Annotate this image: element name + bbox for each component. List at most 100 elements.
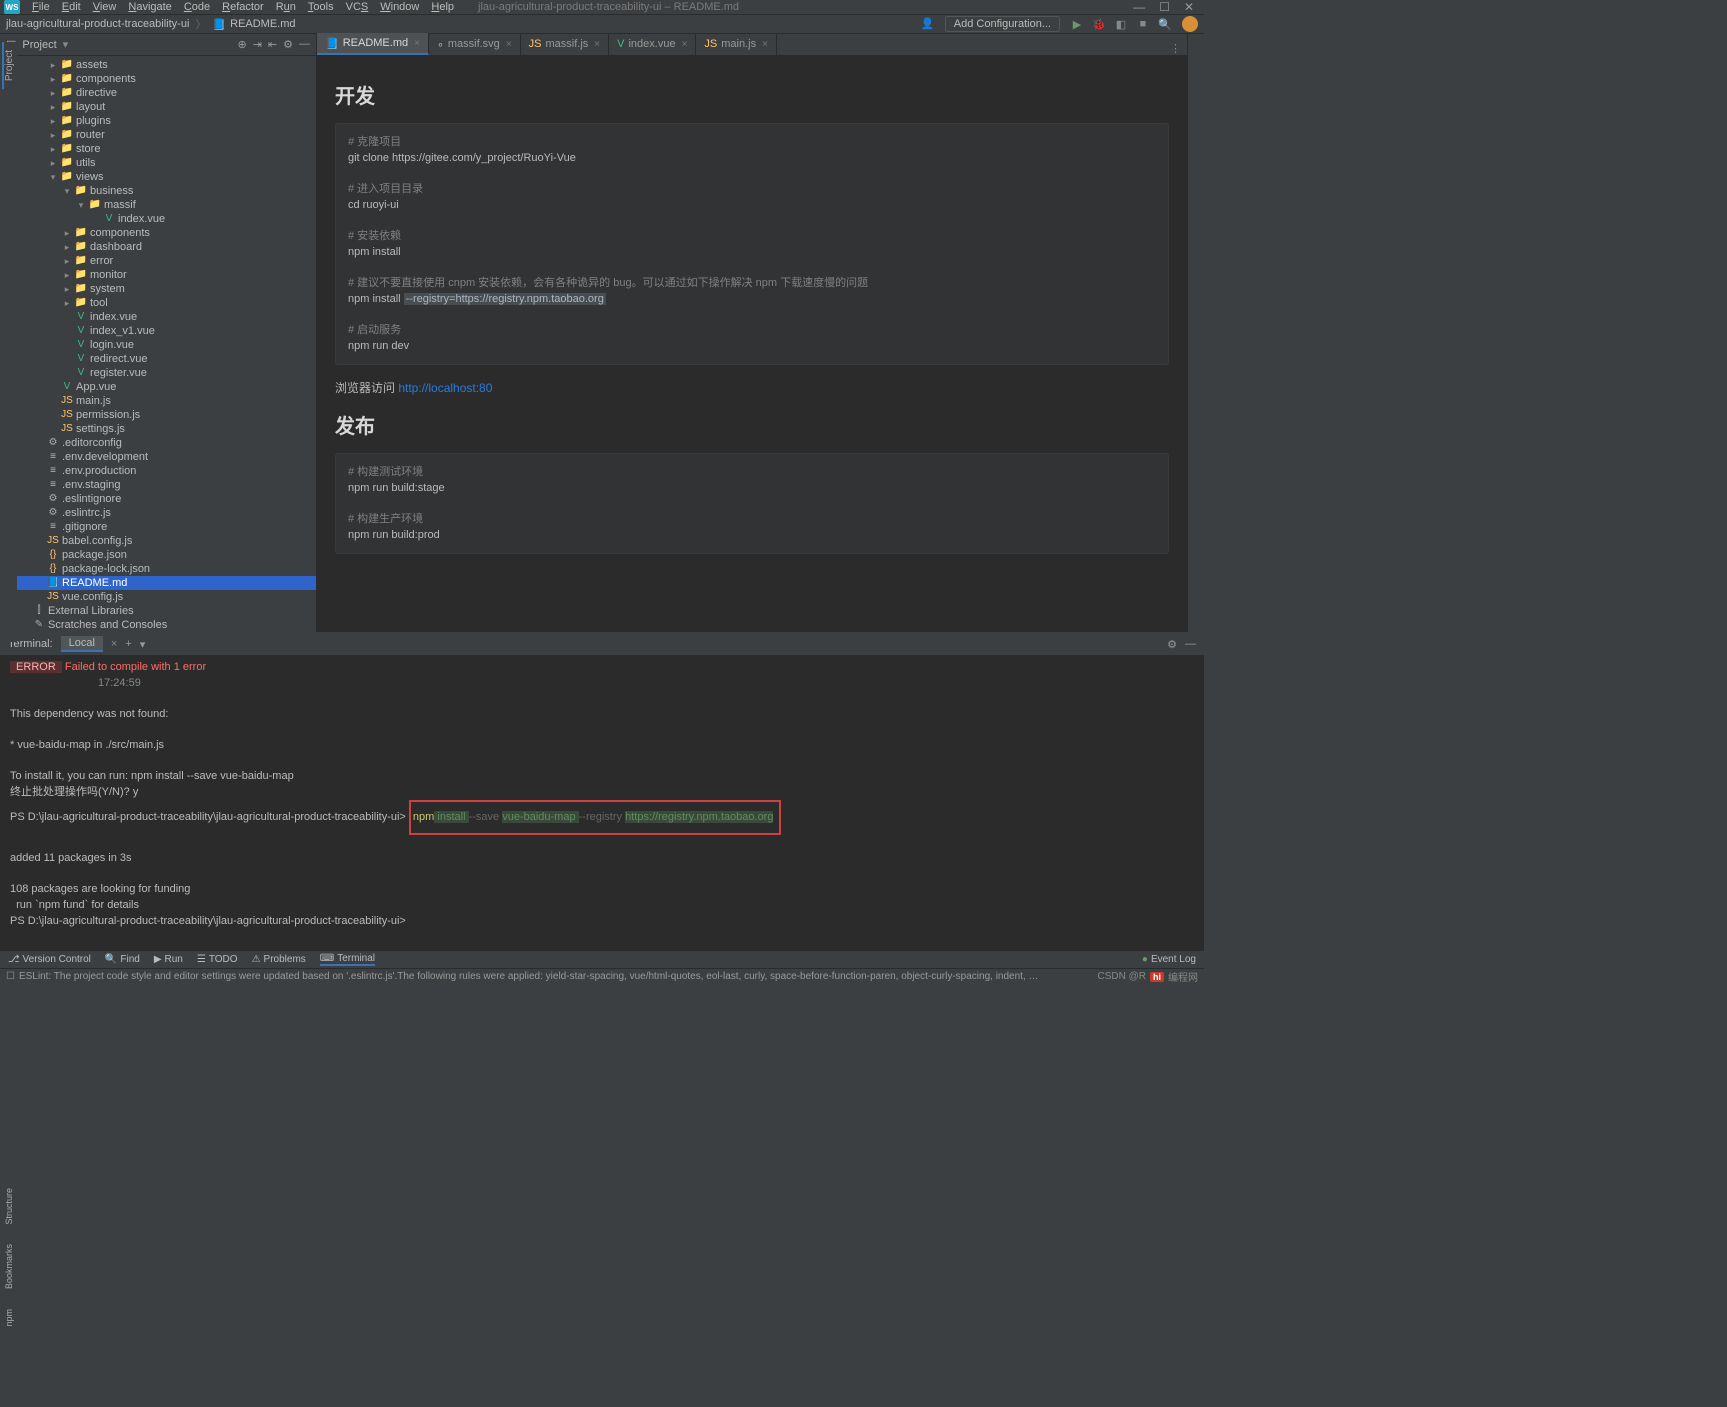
- tree-item-components[interactable]: ▸📁components: [0, 72, 316, 86]
- tree-arrow-icon[interactable]: ▸: [48, 86, 58, 100]
- tree-arrow-icon[interactable]: ▸: [62, 296, 72, 310]
- tree-item-views[interactable]: ▾📁views: [0, 170, 316, 184]
- tree-item-business[interactable]: ▾📁business: [0, 184, 316, 198]
- tree-item-massif[interactable]: ▾📁massif: [0, 198, 316, 212]
- tree-item-README-md[interactable]: 📘README.md: [0, 576, 316, 590]
- tab-close-icon[interactable]: ×: [594, 39, 600, 50]
- tree-item-directive[interactable]: ▸📁directive: [0, 86, 316, 100]
- tree-arrow-icon[interactable]: ▸: [48, 156, 58, 170]
- tree-arrow-icon[interactable]: ▸: [48, 114, 58, 128]
- tree-arrow-icon[interactable]: ▾: [48, 170, 58, 184]
- search-icon[interactable]: 🔍: [1155, 15, 1175, 33]
- tree-item-store[interactable]: ▸📁store: [0, 142, 316, 156]
- run-icon[interactable]: ▶: [1067, 15, 1087, 33]
- menu-window[interactable]: Window: [374, 1, 425, 13]
- menu-vcs[interactable]: VCS: [340, 1, 375, 13]
- tree-item-App-vue[interactable]: VApp.vue: [0, 380, 316, 394]
- tool-terminal[interactable]: ⌨ Terminal: [320, 953, 375, 966]
- editor-tab-README-md[interactable]: 📘README.md×: [317, 33, 429, 55]
- side-structure-tab[interactable]: Structure: [4, 1188, 14, 1225]
- stop-icon[interactable]: ■: [1133, 15, 1153, 33]
- tree-item-dashboard[interactable]: ▸📁dashboard: [0, 240, 316, 254]
- add-configuration-button[interactable]: Add Configuration...: [945, 16, 1060, 32]
- menu-navigate[interactable]: Navigate: [122, 1, 177, 13]
- tab-close-icon[interactable]: ×: [682, 39, 688, 50]
- tree-item-monitor[interactable]: ▸📁monitor: [0, 268, 316, 282]
- tree-item-register-vue[interactable]: Vregister.vue: [0, 366, 316, 380]
- tool-version-control[interactable]: ⎇ Version Control: [8, 954, 91, 965]
- tree-item--env-development[interactable]: ≡.env.development: [0, 450, 316, 464]
- tab-close-icon[interactable]: ×: [506, 39, 512, 50]
- tree-arrow-icon[interactable]: ▸: [48, 72, 58, 86]
- tree-item-tool[interactable]: ▸📁tool: [0, 296, 316, 310]
- project-panel-title[interactable]: Project: [22, 39, 56, 51]
- editor-tab-main-js[interactable]: JSmain.js×: [696, 33, 777, 55]
- tab-close-icon[interactable]: ×: [762, 39, 768, 50]
- tree-arrow-icon[interactable]: ▸: [62, 282, 72, 296]
- tree-arrow-icon[interactable]: ▸: [62, 240, 72, 254]
- terminal-output[interactable]: ERROR Failed to compile with 1 error 17:…: [0, 655, 1204, 950]
- side-npm-tab[interactable]: npm: [4, 1309, 14, 1327]
- editor-tab-index-vue[interactable]: Vindex.vue×: [609, 33, 696, 55]
- tree-item-main-js[interactable]: JSmain.js: [0, 394, 316, 408]
- settings-icon[interactable]: ⚙: [283, 38, 293, 51]
- tree-item-vue-config-js[interactable]: JSvue.config.js: [0, 590, 316, 604]
- maximize-icon[interactable]: ☐: [1159, 0, 1170, 14]
- menu-code[interactable]: Code: [178, 1, 216, 13]
- tree-item-redirect-vue[interactable]: Vredirect.vue: [0, 352, 316, 366]
- tool-event-log[interactable]: ● Event Log: [1142, 954, 1196, 965]
- tool-todo[interactable]: ☰ TODO: [197, 954, 238, 965]
- tab-close-icon[interactable]: ×: [414, 38, 420, 49]
- breadcrumb-file[interactable]: README.md: [230, 18, 295, 30]
- tree-item-settings-js[interactable]: JSsettings.js: [0, 422, 316, 436]
- tree-arrow-icon[interactable]: ▸: [48, 128, 58, 142]
- tree-item-permission-js[interactable]: JSpermission.js: [0, 408, 316, 422]
- tree-item-layout[interactable]: ▸📁layout: [0, 100, 316, 114]
- menu-tools[interactable]: Tools: [302, 1, 340, 13]
- tool-problems[interactable]: ⚠ Problems: [252, 954, 306, 965]
- tree-item--env-production[interactable]: ≡.env.production: [0, 464, 316, 478]
- localhost-link[interactable]: http://localhost:80: [398, 381, 492, 395]
- tree-item-package-json[interactable]: {}package.json: [0, 548, 316, 562]
- menu-run[interactable]: Run: [270, 1, 302, 13]
- tree-item-login-vue[interactable]: Vlogin.vue: [0, 338, 316, 352]
- tabs-more-icon[interactable]: ⋮: [1170, 42, 1187, 55]
- tree-arrow-icon[interactable]: ▸: [62, 254, 72, 268]
- menu-edit[interactable]: Edit: [56, 1, 87, 13]
- tree-item-assets[interactable]: ▸📁assets: [0, 58, 316, 72]
- terminal-hide-icon[interactable]: —: [1185, 638, 1196, 651]
- coverage-icon[interactable]: ◧: [1111, 15, 1131, 33]
- tree-item-router[interactable]: ▸📁router: [0, 128, 316, 142]
- tree-item--eslintignore[interactable]: ⚙.eslintignore: [0, 492, 316, 506]
- tool-run[interactable]: ▶ Run: [154, 954, 183, 965]
- tree-arrow-icon[interactable]: ▸: [62, 226, 72, 240]
- terminal-dropdown-icon[interactable]: ▾: [140, 638, 146, 651]
- collaborators-icon[interactable]: 👤▾: [921, 17, 937, 31]
- debug-icon[interactable]: 🐞: [1089, 15, 1109, 33]
- close-icon[interactable]: ✕: [1184, 0, 1194, 14]
- hide-icon[interactable]: —: [299, 38, 310, 51]
- editor-tab-massif-js[interactable]: JSmassif.js×: [521, 33, 609, 55]
- menu-view[interactable]: View: [87, 1, 123, 13]
- terminal-tab-close-icon[interactable]: ×: [111, 638, 117, 650]
- editor-tab-massif-svg[interactable]: ∘massif.svg×: [429, 33, 521, 55]
- tree-arrow-icon[interactable]: ▾: [76, 198, 86, 212]
- tree-item-utils[interactable]: ▸📁utils: [0, 156, 316, 170]
- tree-item-External-Libraries[interactable]: ⫿External Libraries: [0, 604, 316, 618]
- tree-item--editorconfig[interactable]: ⚙.editorconfig: [0, 436, 316, 450]
- terminal-settings-icon[interactable]: ⚙: [1167, 638, 1177, 651]
- terminal-add-icon[interactable]: +: [125, 638, 131, 650]
- tree-item-index-vue[interactable]: Vindex.vue: [0, 310, 316, 324]
- tree-item--eslintrc-js[interactable]: ⚙.eslintrc.js: [0, 506, 316, 520]
- avatar[interactable]: [1182, 16, 1198, 32]
- collapse-icon[interactable]: ⇤: [268, 38, 277, 51]
- tree-item-system[interactable]: ▸📁system: [0, 282, 316, 296]
- menu-help[interactable]: Help: [425, 1, 460, 13]
- tool-find[interactable]: 🔍 Find: [105, 954, 140, 965]
- tree-arrow-icon[interactable]: ▾: [62, 184, 72, 198]
- tree-arrow-icon[interactable]: ▸: [48, 142, 58, 156]
- expand-icon[interactable]: ⇥: [253, 38, 262, 51]
- dropdown-icon[interactable]: ▾: [63, 38, 69, 51]
- tree-item-package-lock-json[interactable]: {}package-lock.json: [0, 562, 316, 576]
- minimize-icon[interactable]: —: [1133, 0, 1145, 14]
